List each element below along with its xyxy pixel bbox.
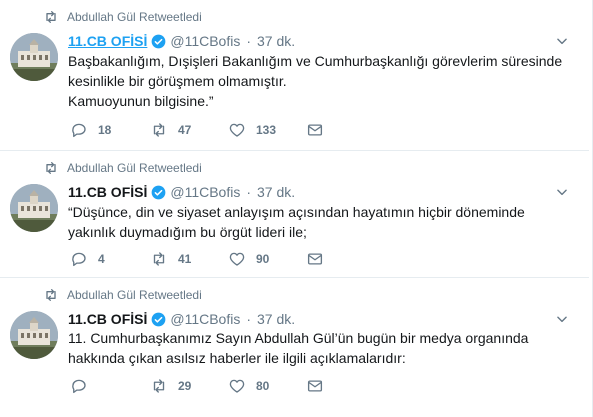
tweet-text-line: Başbakanlığım, Dışişleri Bakanlığım ve C… [68,53,563,69]
like-button[interactable]: 133 [228,121,306,139]
retweet-icon [150,250,168,268]
envelope-icon [306,377,324,395]
reply-icon [70,377,88,395]
tweet[interactable]: Abdullah Gül Retweetledi 11.CB OFİSİ @11… [0,278,589,417]
tweet-text-line: “Düşünce, din ve siyaset anlayışım açısı… [68,204,525,220]
tweet-actions: 18 47 133 [70,120,336,140]
tweet-text: 11. Cumhurbaşkanımız Sayın Abdullah Gül’… [68,328,573,368]
author-name[interactable]: 11.CB OFİSİ [68,311,147,327]
retweet-context-text[interactable]: Abdullah Gül Retweetledi [67,10,202,24]
author-handle[interactable]: @11CBofis [170,311,240,327]
retweet-count: 47 [178,123,192,137]
reply-count: 18 [98,123,112,137]
retweet-context-text[interactable]: Abdullah Gül Retweetledi [67,161,202,175]
author-handle[interactable]: @11CBofis [170,184,240,200]
chevron-down-icon[interactable] [555,312,569,326]
retweet-icon [43,160,59,176]
verified-badge-icon [151,312,166,327]
tweet[interactable]: Abdullah Gül Retweetledi 11.CB OFİSİ @11… [0,151,589,278]
reply-icon [70,121,88,139]
author-name[interactable]: 11.CB OFİSİ [68,33,147,49]
author-handle[interactable]: @11CBofis [170,33,240,49]
chevron-down-icon[interactable] [555,34,569,48]
like-button[interactable]: 90 [228,250,306,268]
separator: · [246,184,252,200]
avatar[interactable] [10,184,58,232]
reply-button[interactable]: 18 [70,121,150,139]
separator: · [246,33,252,49]
verified-badge-icon [151,34,166,49]
separator: · [246,311,252,327]
reply-button[interactable] [70,377,150,395]
tweet-header: 11.CB OFİSİ @11CBofis · 37 dk. [68,183,295,201]
retweet-icon [43,287,59,303]
tweet-text-line: 11. Cumhurbaşkanımız Sayın Abdullah Gül’… [68,330,529,346]
timestamp[interactable]: 37 dk. [257,33,295,49]
tweet-actions: 29 80 [70,376,336,396]
retweet-count: 29 [178,379,192,393]
tweet-text: Başbakanlığım, Dışişleri Bakanlığım ve C… [68,51,573,111]
tweet-text-line: yakınlık duymadığım bu örgüt lideri ile; [68,224,307,240]
tweet[interactable]: Abdullah Gül Retweetledi 11.CB OFİSİ @11… [0,0,589,151]
retweet-context: Abdullah Gül Retweetledi [43,286,202,304]
tweet-actions: 4 41 90 [70,249,336,269]
timeline: Abdullah Gül Retweetledi 11.CB OFİSİ @11… [0,0,593,417]
like-count: 133 [256,123,277,137]
author-name[interactable]: 11.CB OFİSİ [68,184,147,200]
verified-badge-icon [151,185,166,200]
reply-icon [70,250,88,268]
like-button[interactable]: 80 [228,377,306,395]
retweet-count: 41 [178,252,192,266]
envelope-icon [306,121,324,139]
reply-count: 4 [98,252,105,266]
avatar[interactable] [10,33,58,81]
retweet-icon [150,121,168,139]
direct-message-button[interactable] [306,250,336,268]
like-count: 80 [256,379,270,393]
heart-icon [228,250,246,268]
tweet-header: 11.CB OFİSİ @11CBofis · 37 dk. [68,32,295,50]
heart-icon [228,377,246,395]
retweet-context-text[interactable]: Abdullah Gül Retweetledi [67,288,202,302]
retweet-icon [43,9,59,25]
retweet-button[interactable]: 41 [150,250,228,268]
tweet-text-line: kesinlikle bir görüşmem olmamıştır. [68,73,287,89]
retweet-context: Abdullah Gül Retweetledi [43,159,202,177]
chevron-down-icon[interactable] [555,185,569,199]
direct-message-button[interactable] [306,377,336,395]
reply-button[interactable]: 4 [70,250,150,268]
tweet-text-line: hakkında çıkan asılsız haberler ile ilgi… [68,350,406,366]
retweet-icon [150,377,168,395]
direct-message-button[interactable] [306,121,336,139]
tweet-text-line: Kamuoyunun bilgisine.” [68,93,214,109]
envelope-icon [306,250,324,268]
tweet-header: 11.CB OFİSİ @11CBofis · 37 dk. [68,310,295,328]
timestamp[interactable]: 37 dk. [257,311,295,327]
heart-icon [228,121,246,139]
tweet-text: “Düşünce, din ve siyaset anlayışım açısı… [68,202,573,242]
avatar[interactable] [10,311,58,359]
like-count: 90 [256,252,270,266]
retweet-button[interactable]: 47 [150,121,228,139]
retweet-context: Abdullah Gül Retweetledi [43,8,202,26]
retweet-button[interactable]: 29 [150,377,228,395]
timestamp[interactable]: 37 dk. [257,184,295,200]
